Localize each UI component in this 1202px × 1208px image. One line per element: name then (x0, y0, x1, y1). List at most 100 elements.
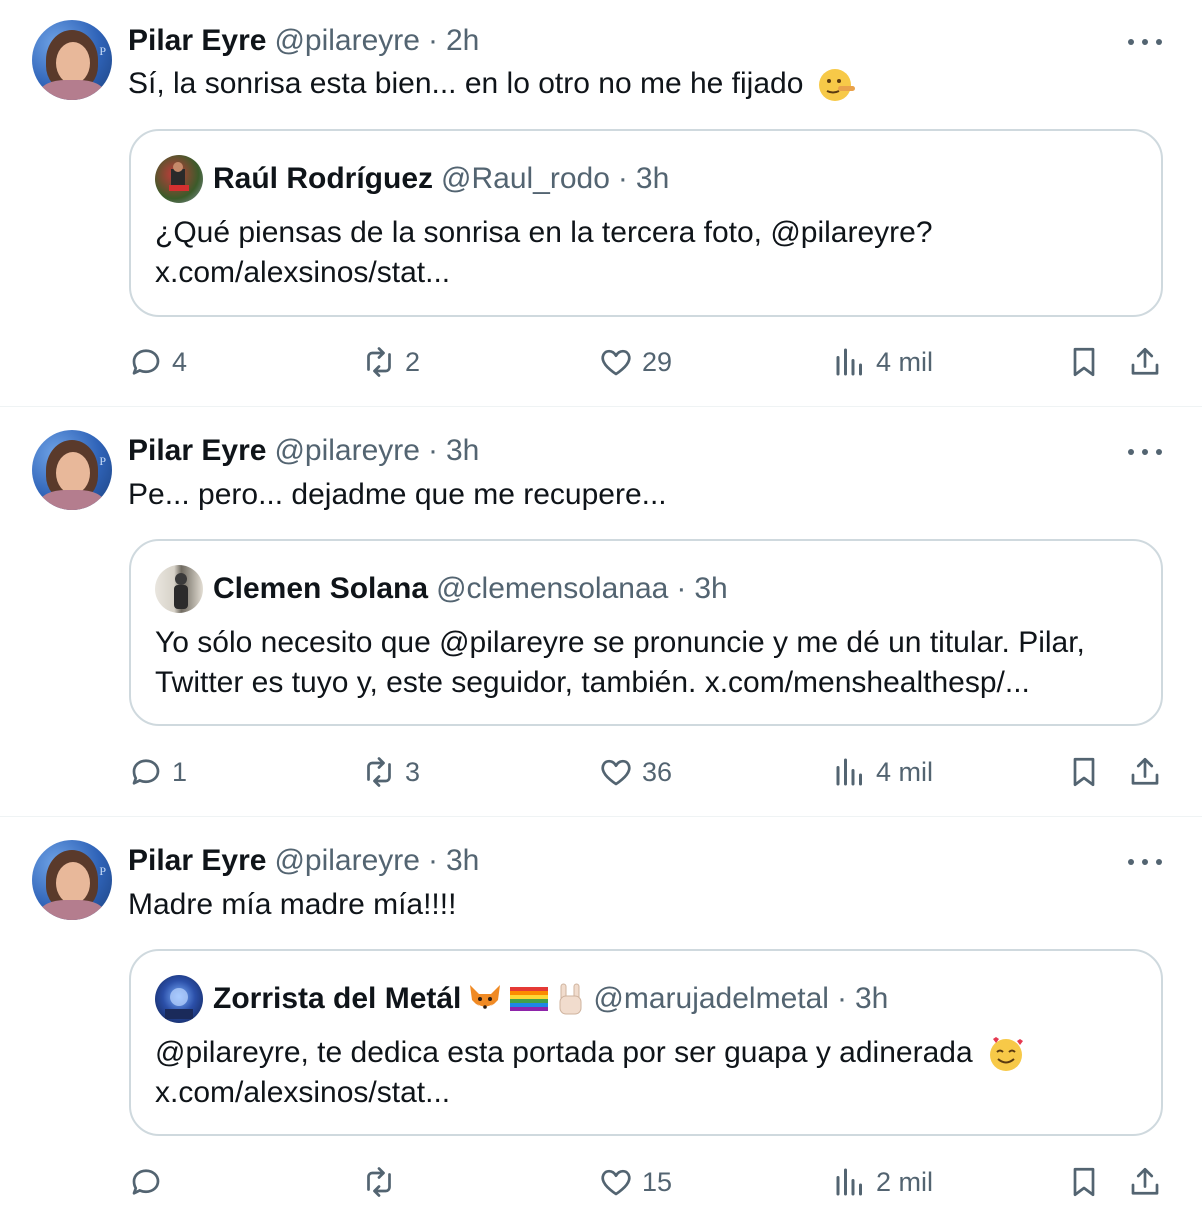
tweet[interactable]: P Pilar Eyre @pilareyre · 3h Pe... pero.… (0, 407, 1202, 816)
share-icon (1131, 347, 1159, 375)
quoted-link[interactable]: x.com/alexsinos/stat... (155, 1073, 1025, 1113)
heart-icon (601, 349, 631, 376)
rainbow-flag-emoji-icon (510, 987, 549, 1011)
reply-count: 4 (172, 346, 188, 377)
quoted-header: Raúl Rodríguez @Raul_rodo · 3h (213, 162, 670, 195)
share-icon (1131, 757, 1159, 785)
quoted-author-name: Clemen Solana (213, 572, 429, 605)
reply-icon (132, 759, 160, 785)
quoted-header: Zorrista del Metál @marujadelmetal · 3h (213, 982, 889, 1015)
tweet-text: Sí, la sonrisa esta bien... en lo otro n… (128, 66, 856, 104)
bookmark-icon (1073, 347, 1095, 377)
reply-button[interactable]: 1 (128, 752, 187, 792)
heart-icon (601, 759, 631, 786)
action-bar: 15 2 mil (0, 1162, 1202, 1202)
more-icon[interactable] (1128, 32, 1162, 52)
like-count: 15 (642, 1166, 673, 1197)
smiling-face-with-hearts-emoji-icon (989, 1037, 1023, 1072)
quoted-tweet[interactable]: Raúl Rodríguez @Raul_rodo · 3h ¿Qué pien… (129, 129, 1163, 317)
quoted-author-handle: @marujadelmetal (593, 982, 829, 1015)
share-button[interactable] (1127, 752, 1163, 792)
reply-icon (132, 349, 160, 375)
repost-button[interactable]: 3 (361, 752, 420, 792)
views-button[interactable]: 4 mil (832, 342, 933, 382)
reply-icon (132, 1169, 160, 1195)
timestamp[interactable]: 2h (446, 24, 479, 58)
like-button[interactable]: 15 (598, 1162, 672, 1202)
avatar[interactable]: P (32, 20, 112, 100)
repost-count: 3 (405, 756, 421, 787)
lying-face-emoji-icon (818, 69, 855, 101)
share-button[interactable] (1127, 342, 1163, 382)
repost-icon (367, 1167, 391, 1197)
separator-dot: · (427, 24, 438, 57)
quoted-avatar[interactable] (155, 155, 203, 203)
rock-hand-emoji-icon (559, 983, 582, 1015)
view-count: 4 mil (876, 346, 934, 377)
like-button[interactable]: 29 (598, 342, 672, 382)
author-name[interactable]: Pilar Eyre (128, 434, 266, 468)
action-bar: 1 3 36 4 mil (0, 752, 1202, 792)
share-button[interactable] (1127, 1162, 1163, 1202)
quoted-text: Yo sólo necesito que @pilareyre se pronu… (155, 626, 1085, 699)
reply-count: 1 (172, 756, 188, 787)
timestamp[interactable]: 3h (446, 844, 479, 878)
bookmark-icon (1073, 1167, 1095, 1197)
quoted-author-name: Zorrista del Metál (213, 982, 462, 1015)
repost-icon (367, 347, 391, 377)
bookmark-button[interactable] (1066, 342, 1102, 382)
like-count: 36 (642, 756, 673, 787)
avatar[interactable]: P (32, 430, 112, 510)
tweet-text: Pe... pero... dejadme que me recupere... (128, 478, 667, 511)
quoted-text: ¿Qué piensas de la sonrisa en la tercera… (155, 213, 933, 293)
timestamp[interactable]: 3h (446, 434, 479, 468)
repost-button[interactable]: 2 (361, 342, 420, 382)
bookmark-button[interactable] (1066, 1162, 1102, 1202)
quoted-author-name: Raúl Rodríguez (213, 162, 434, 195)
tweet-header: Pilar Eyre @pilareyre · 3h (128, 434, 480, 468)
share-icon (1131, 1167, 1159, 1195)
views-button[interactable]: 4 mil (832, 752, 933, 792)
quoted-avatar[interactable] (155, 565, 203, 613)
analytics-icon (836, 758, 862, 786)
tweet-header: Pilar Eyre @pilareyre · 2h (128, 24, 479, 58)
quoted-avatar[interactable] (155, 975, 203, 1023)
repost-button[interactable] (361, 1162, 405, 1202)
reply-button[interactable] (128, 1162, 172, 1202)
quoted-timestamp: 3h (635, 162, 670, 195)
more-icon[interactable] (1128, 442, 1162, 462)
author-handle[interactable]: @pilareyre (274, 24, 420, 58)
quoted-header: Clemen Solana @clemensolanaa · 3h (213, 572, 728, 605)
bookmark-icon (1073, 757, 1095, 787)
heart-icon (601, 1169, 631, 1196)
bookmark-button[interactable] (1066, 752, 1102, 792)
author-name[interactable]: Pilar Eyre (128, 844, 266, 878)
more-icon[interactable] (1128, 852, 1162, 872)
author-handle[interactable]: @pilareyre (274, 844, 420, 878)
tweet-header: Pilar Eyre @pilareyre · 3h (128, 844, 480, 878)
quoted-text: @pilareyre, te dedica esta portada por s… (155, 1033, 1025, 1113)
quoted-link[interactable]: x.com/alexsinos/stat... (155, 253, 933, 293)
author-handle[interactable]: @pilareyre (274, 434, 420, 468)
author-name[interactable]: Pilar Eyre (128, 24, 266, 58)
tweet[interactable]: P Pilar Eyre @pilareyre · 2h Sí, la sonr… (0, 0, 1202, 406)
view-count: 2 mil (876, 1166, 934, 1197)
avatar[interactable]: P (32, 840, 112, 920)
fox-emoji-icon (470, 985, 501, 1009)
analytics-icon (836, 348, 862, 376)
quoted-timestamp: 3h (694, 572, 728, 605)
action-bar: 4 2 29 4 mil (0, 342, 1202, 382)
repost-icon (367, 757, 391, 787)
tweet[interactable]: P Pilar Eyre @pilareyre · 3h Madre mía m… (0, 817, 1202, 1208)
reply-button[interactable]: 4 (128, 342, 187, 382)
quoted-author-handle: @clemensolanaa (436, 572, 669, 605)
repost-count: 2 (405, 346, 421, 377)
view-count: 4 mil (876, 756, 934, 787)
views-button[interactable]: 2 mil (832, 1162, 933, 1202)
quoted-tweet[interactable]: Clemen Solana @clemensolanaa · 3h Yo sól… (129, 539, 1163, 726)
quoted-author-handle: @Raul_rodo (441, 162, 610, 195)
quoted-tweet[interactable]: Zorrista del Metál @marujadelmetal · 3h … (129, 949, 1163, 1136)
like-button[interactable]: 36 (598, 752, 672, 792)
quoted-timestamp: 3h (854, 982, 889, 1015)
like-count: 29 (642, 346, 673, 377)
